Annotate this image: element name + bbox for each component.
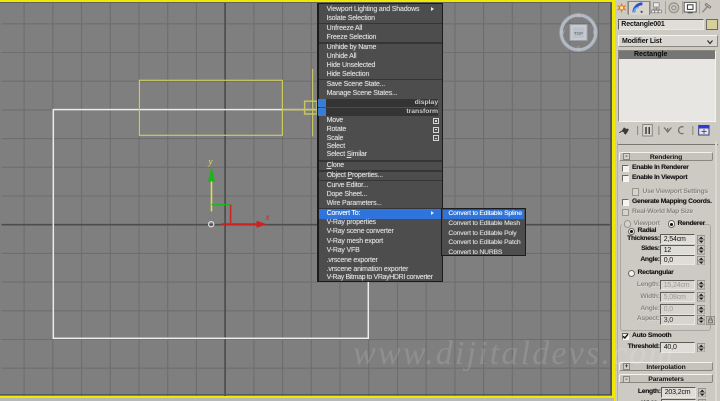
svg-text:www.dijitaldevs.com: www.dijitaldevs.com xyxy=(353,335,673,372)
